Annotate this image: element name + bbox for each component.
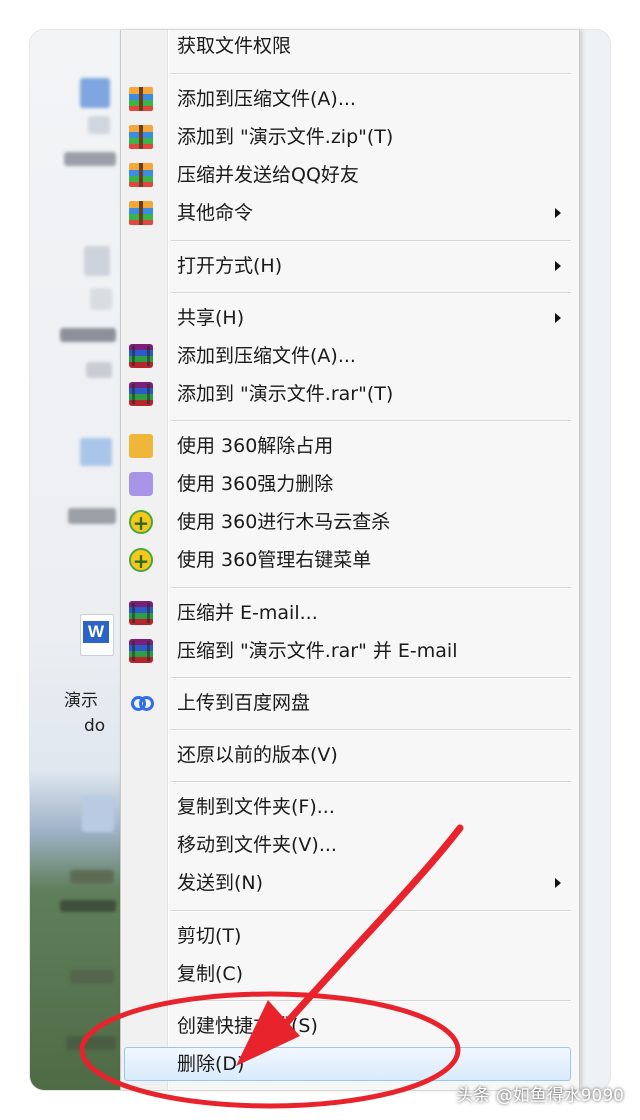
360-scan-icon: [129, 543, 153, 579]
menu-item-take-ownership[interactable]: 获取文件权限: [121, 28, 579, 64]
menu-separator: [171, 781, 571, 782]
desktop-file-label: 演示: [64, 691, 98, 711]
winzip-icon: [129, 201, 153, 225]
submenu-arrow-icon: [555, 261, 561, 271]
menu-item-360-force-delete[interactable]: 使用 360强力删除: [121, 466, 579, 502]
menu-item-label: 压缩并 E-mail...: [177, 602, 318, 624]
menu-item-compress-send-qq[interactable]: 压缩并发送给QQ好友: [121, 157, 579, 193]
menu-separator: [171, 587, 571, 588]
menu-item-label: 上传到百度网盘: [177, 692, 311, 714]
menu-item-label: 共享(H): [177, 307, 245, 329]
menu-item-label: 删除(D): [177, 1053, 245, 1075]
word-document-icon[interactable]: W: [80, 614, 114, 656]
submenu-arrow-icon: [555, 208, 561, 218]
desktop-file-label-ext: do: [84, 716, 106, 736]
winrar-icon: [129, 344, 153, 368]
menu-item-360-manage-menu[interactable]: 使用 360管理右键菜单: [121, 542, 579, 579]
menu-item-cut[interactable]: 剪切(T): [121, 918, 579, 954]
menu-item-add-to-demo-rar[interactable]: 添加到 "演示文件.rar"(T): [121, 376, 579, 412]
winzip-icon: [129, 163, 153, 187]
context-menu: 获取文件权限 添加到压缩文件(A)... 添加到 "演示文件.zip"(T) 压…: [120, 30, 580, 1090]
menu-item-label: 使用 360进行木马云查杀: [177, 511, 391, 533]
menu-item-label: 复制到文件夹(F)...: [177, 796, 335, 818]
menu-separator: [171, 1000, 571, 1001]
menu-item-label: 打开方式(H): [177, 255, 283, 277]
menu-item-label: 使用 360管理右键菜单: [177, 549, 372, 571]
menu-separator: [171, 677, 571, 678]
menu-item-label: 复制(C): [177, 963, 244, 985]
menu-separator: [171, 73, 571, 74]
menu-item-label: 获取文件权限: [177, 35, 292, 57]
menu-item-label: 还原以前的版本(V): [177, 744, 338, 766]
menu-separator: [171, 240, 571, 241]
menu-item-other-commands[interactable]: 其他命令: [121, 195, 579, 231]
menu-item-add-to-demo-zip[interactable]: 添加到 "演示文件.zip"(T): [121, 119, 579, 155]
submenu-arrow-icon: [555, 878, 561, 888]
menu-item-compress-email[interactable]: 压缩并 E-mail...: [121, 595, 579, 631]
menu-item-create-shortcut[interactable]: 创建快捷方式(S): [121, 1008, 579, 1044]
menu-item-open-with[interactable]: 打开方式(H): [121, 248, 579, 284]
menu-separator: [171, 292, 571, 293]
menu-item-compress-rar-email[interactable]: 压缩到 "演示文件.rar" 并 E-mail: [121, 633, 579, 669]
winrar-icon: [129, 601, 153, 625]
menu-item-label: 使用 360解除占用: [177, 435, 334, 457]
menu-item-label: 添加到压缩文件(A)...: [177, 345, 356, 367]
menu-item-upload-baidu[interactable]: 上传到百度网盘: [121, 685, 579, 721]
baidu-netdisk-icon: [129, 691, 154, 715]
desktop-background: [30, 30, 122, 1090]
menu-item-label: 其他命令: [177, 202, 254, 224]
menu-separator: [171, 420, 571, 421]
winzip-icon: [129, 125, 153, 149]
menu-item-label: 添加到 "演示文件.rar"(T): [177, 383, 394, 405]
menu-separator: [171, 910, 571, 911]
menu-item-label: 添加到压缩文件(A)...: [177, 88, 356, 110]
submenu-arrow-icon: [555, 313, 561, 323]
menu-item-label: 发送到(N): [177, 872, 264, 894]
menu-item-label: 创建快捷方式(S): [177, 1015, 318, 1037]
watermark-text: 头条 @如鱼得水9090: [456, 1086, 624, 1106]
winrar-icon: [129, 639, 153, 663]
menu-item-label: 压缩并发送给QQ好友: [177, 164, 359, 186]
menu-item-360-trojan-scan[interactable]: 使用 360进行木马云查杀: [121, 504, 579, 541]
menu-item-label: 移动到文件夹(V)...: [177, 834, 337, 856]
menu-item-delete[interactable]: 删除(D): [121, 1046, 579, 1082]
360-scan-icon: [129, 505, 153, 541]
360-unlock-icon: [129, 434, 153, 458]
menu-item-360-unlock[interactable]: 使用 360解除占用: [121, 428, 579, 464]
menu-item-restore-versions[interactable]: 还原以前的版本(V): [121, 737, 579, 773]
menu-item-label: 添加到 "演示文件.zip"(T): [177, 126, 394, 148]
menu-item-add-to-archive-zip[interactable]: 添加到压缩文件(A)...: [121, 81, 579, 117]
menu-item-label: 剪切(T): [177, 925, 242, 947]
menu-item-copy[interactable]: 复制(C): [121, 956, 579, 992]
menu-item-send-to[interactable]: 发送到(N): [121, 865, 579, 901]
menu-item-move-to-folder[interactable]: 移动到文件夹(V)...: [121, 827, 579, 863]
menu-item-label: 使用 360强力删除: [177, 473, 334, 495]
winzip-icon: [129, 87, 153, 111]
menu-item-share[interactable]: 共享(H): [121, 300, 579, 336]
menu-item-label: 压缩到 "演示文件.rar" 并 E-mail: [177, 640, 458, 662]
360-shred-icon: [129, 472, 153, 496]
menu-item-copy-to-folder[interactable]: 复制到文件夹(F)...: [121, 789, 579, 825]
menu-separator: [171, 729, 571, 730]
winrar-icon: [129, 382, 153, 406]
menu-item-add-to-archive-rar[interactable]: 添加到压缩文件(A)...: [121, 338, 579, 374]
